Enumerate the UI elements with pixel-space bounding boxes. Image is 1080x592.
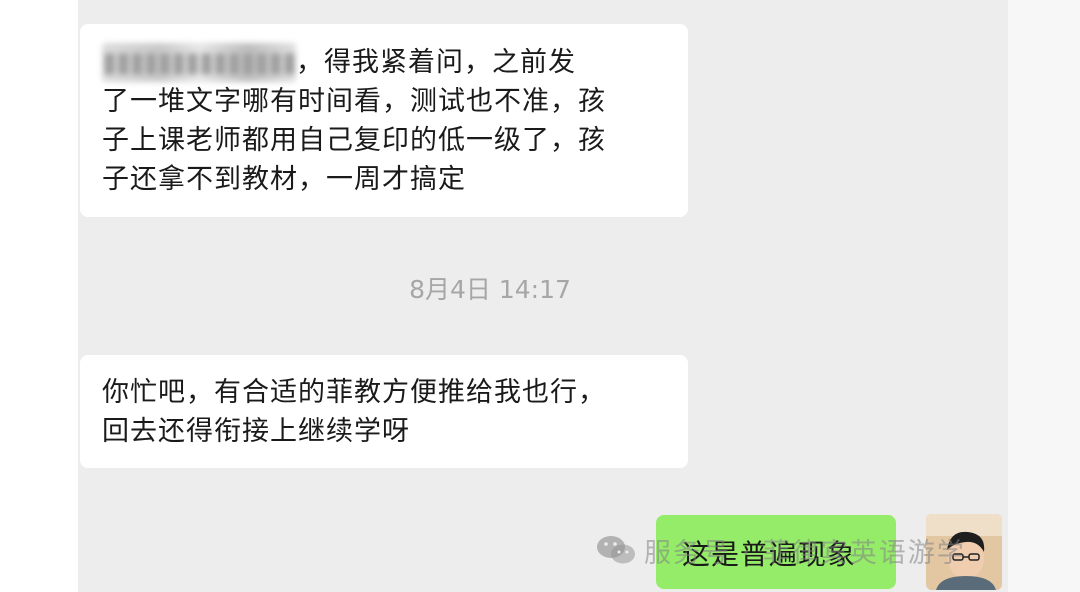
- message-line: 回去还得衔接上继续学呀: [102, 416, 410, 447]
- avatar[interactable]: [926, 514, 1002, 590]
- incoming-message-bubble[interactable]: ▮▮▮▮▮▮▮▮▮▮▮▮▮▮，得我紧着问，之前发 了一堆文字哪有时间看，测试也不…: [80, 24, 688, 217]
- message-line: 子上课老师都用自己复印的低一级了，孩: [102, 125, 606, 156]
- blurred-text: ▮▮▮▮▮▮▮▮▮▮▮▮▮▮: [102, 43, 297, 82]
- message-line: ▮▮▮▮▮▮▮▮▮▮▮▮▮▮，得我紧着问，之前发: [102, 43, 666, 82]
- right-panel-edge: [1008, 0, 1080, 592]
- message-line: 了一堆文字哪有时间看，测试也不准，孩: [102, 86, 606, 117]
- message-line: 你忙吧，有合适的菲教方便推给我也行，: [102, 377, 606, 408]
- outgoing-message-bubble[interactable]: 这是普遍现象: [656, 515, 896, 589]
- message-timestamp: 8月4日 14:17: [409, 275, 571, 304]
- message-line: 子还拿不到教材，一周才搞定: [102, 164, 466, 195]
- user-avatar-icon: [926, 514, 1002, 590]
- incoming-message-bubble[interactable]: 你忙吧，有合适的菲教方便推给我也行， 回去还得衔接上继续学呀: [80, 355, 688, 468]
- chat-window: ▮▮▮▮▮▮▮▮▮▮▮▮▮▮，得我紧着问，之前发 了一堆文字哪有时间看，测试也不…: [0, 0, 1080, 592]
